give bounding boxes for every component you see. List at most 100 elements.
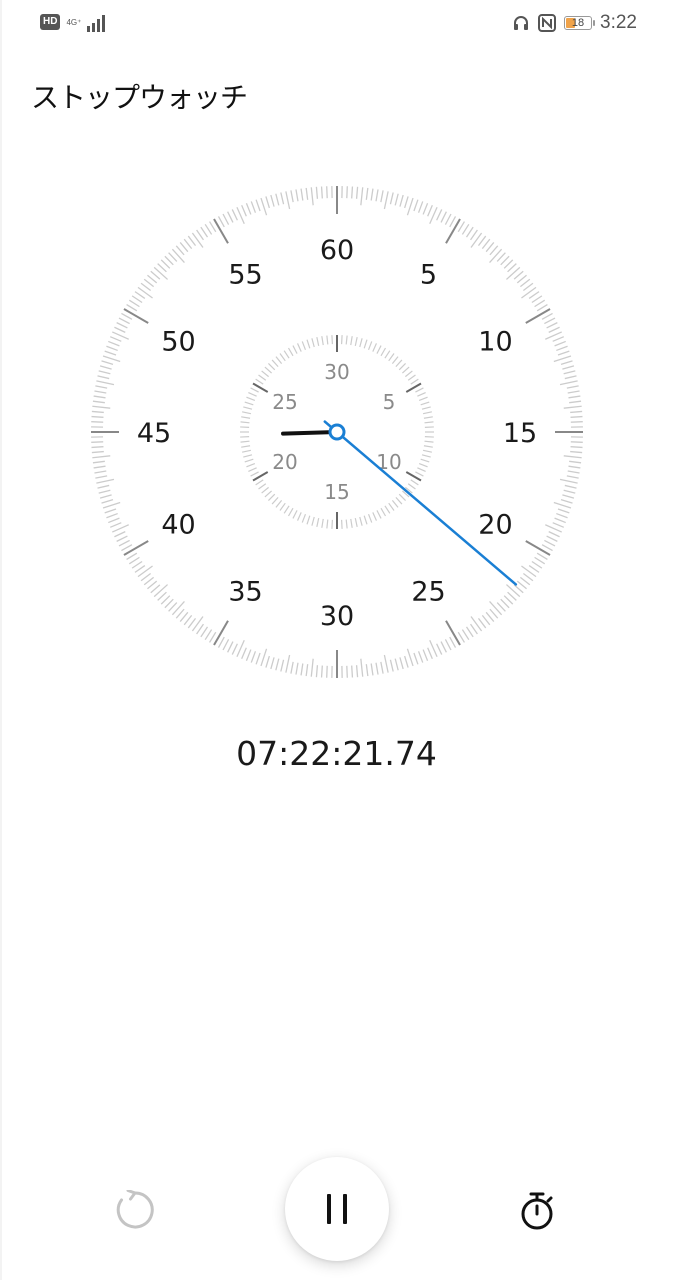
outer-tick xyxy=(93,395,106,399)
outer-tick xyxy=(562,365,575,370)
outer-tick xyxy=(204,629,213,641)
inner-tick xyxy=(424,421,434,424)
outer-tick xyxy=(503,259,514,269)
inner-dial-label: 30 xyxy=(324,360,349,384)
outer-tick xyxy=(465,626,474,638)
outer-tick xyxy=(566,385,579,389)
inner-tick xyxy=(264,490,273,498)
outer-tick xyxy=(569,460,582,464)
outer-tick xyxy=(563,489,576,494)
outer-tick xyxy=(563,370,576,375)
inner-tick xyxy=(261,486,269,494)
inner-tick xyxy=(296,343,302,352)
outer-tick xyxy=(554,517,566,524)
outer-tick xyxy=(109,336,122,342)
inner-tick xyxy=(410,479,419,486)
outer-tick xyxy=(116,535,128,542)
outer-tick xyxy=(102,501,121,509)
inner-tick xyxy=(301,341,307,351)
outer-tick xyxy=(280,192,285,205)
outer-tick xyxy=(496,252,506,262)
outer-tick xyxy=(489,608,499,619)
outer-tick xyxy=(209,221,217,233)
outer-tick xyxy=(568,395,581,399)
outer-tick xyxy=(106,512,118,519)
outer-tick xyxy=(121,544,133,552)
outer-tick xyxy=(380,190,384,203)
outer-tick xyxy=(96,478,115,484)
inner-tick xyxy=(423,445,433,448)
outer-tick xyxy=(326,665,328,678)
outer-tick xyxy=(137,286,153,299)
outer-tick xyxy=(245,203,252,215)
outer-tick xyxy=(406,197,414,216)
outer-tick xyxy=(121,312,133,320)
outer-tick xyxy=(114,531,126,538)
outer-tick xyxy=(143,576,155,586)
inner-tick xyxy=(420,401,430,406)
outer-tick xyxy=(568,465,581,469)
outer-tick xyxy=(481,238,491,250)
outer-tick xyxy=(481,614,491,626)
inner-tick xyxy=(248,391,257,397)
reset-button[interactable] xyxy=(115,1189,155,1230)
outer-tick xyxy=(99,494,112,499)
outer-tick xyxy=(123,308,149,324)
outer-tick xyxy=(531,295,543,304)
outer-tick xyxy=(187,617,197,629)
inner-tick xyxy=(255,479,264,486)
lap-button[interactable] xyxy=(517,1188,561,1232)
inner-tick xyxy=(250,387,259,393)
inner-tick xyxy=(240,440,250,443)
inner-tick xyxy=(296,512,302,521)
inner-tick xyxy=(311,516,315,526)
outer-tick xyxy=(536,304,548,312)
outer-tick xyxy=(280,659,285,672)
inner-tick xyxy=(420,458,430,463)
inner-tick xyxy=(287,507,294,517)
outer-tick xyxy=(265,655,270,668)
outer-tick xyxy=(179,611,189,622)
outer-tick xyxy=(507,263,517,273)
outer-tick xyxy=(541,312,553,320)
inner-dial-label: 20 xyxy=(272,450,297,474)
outer-tick xyxy=(94,470,107,474)
pause-button[interactable] xyxy=(285,1157,389,1261)
outer-tick xyxy=(250,201,257,213)
inner-tick xyxy=(359,338,363,348)
outer-dial-label: 60 xyxy=(320,235,354,266)
inner-tick xyxy=(380,347,387,357)
outer-tick xyxy=(326,186,328,199)
outer-tick xyxy=(557,350,570,356)
outer-tick xyxy=(370,663,374,676)
outer-tick xyxy=(118,317,130,325)
outer-tick xyxy=(389,659,394,672)
outer-tick xyxy=(404,655,409,668)
outer-tick xyxy=(92,400,105,404)
outer-tick xyxy=(164,255,174,266)
outer-tick xyxy=(365,187,369,200)
inner-tick xyxy=(321,336,324,346)
inner-tick xyxy=(301,513,307,523)
outer-tick xyxy=(101,499,114,504)
outer-tick xyxy=(500,255,510,266)
outer-tick xyxy=(564,484,577,489)
outer-tick xyxy=(175,608,185,619)
outer-tick xyxy=(516,274,527,284)
outer-tick xyxy=(134,565,146,573)
outer-tick xyxy=(270,657,275,670)
second-hand xyxy=(323,420,518,586)
outer-tick xyxy=(506,584,521,598)
outer-tick xyxy=(227,211,234,223)
outer-tick xyxy=(485,242,495,253)
inner-tick xyxy=(405,370,413,378)
outer-tick xyxy=(440,211,447,223)
outer-tick xyxy=(147,274,158,284)
inner-tick xyxy=(372,343,378,352)
inner-tick xyxy=(316,336,320,347)
outer-tick xyxy=(365,664,369,677)
outer-tick xyxy=(290,190,294,203)
outer-tick xyxy=(320,186,323,199)
inner-tick xyxy=(391,500,399,508)
inner-tick xyxy=(345,335,348,345)
